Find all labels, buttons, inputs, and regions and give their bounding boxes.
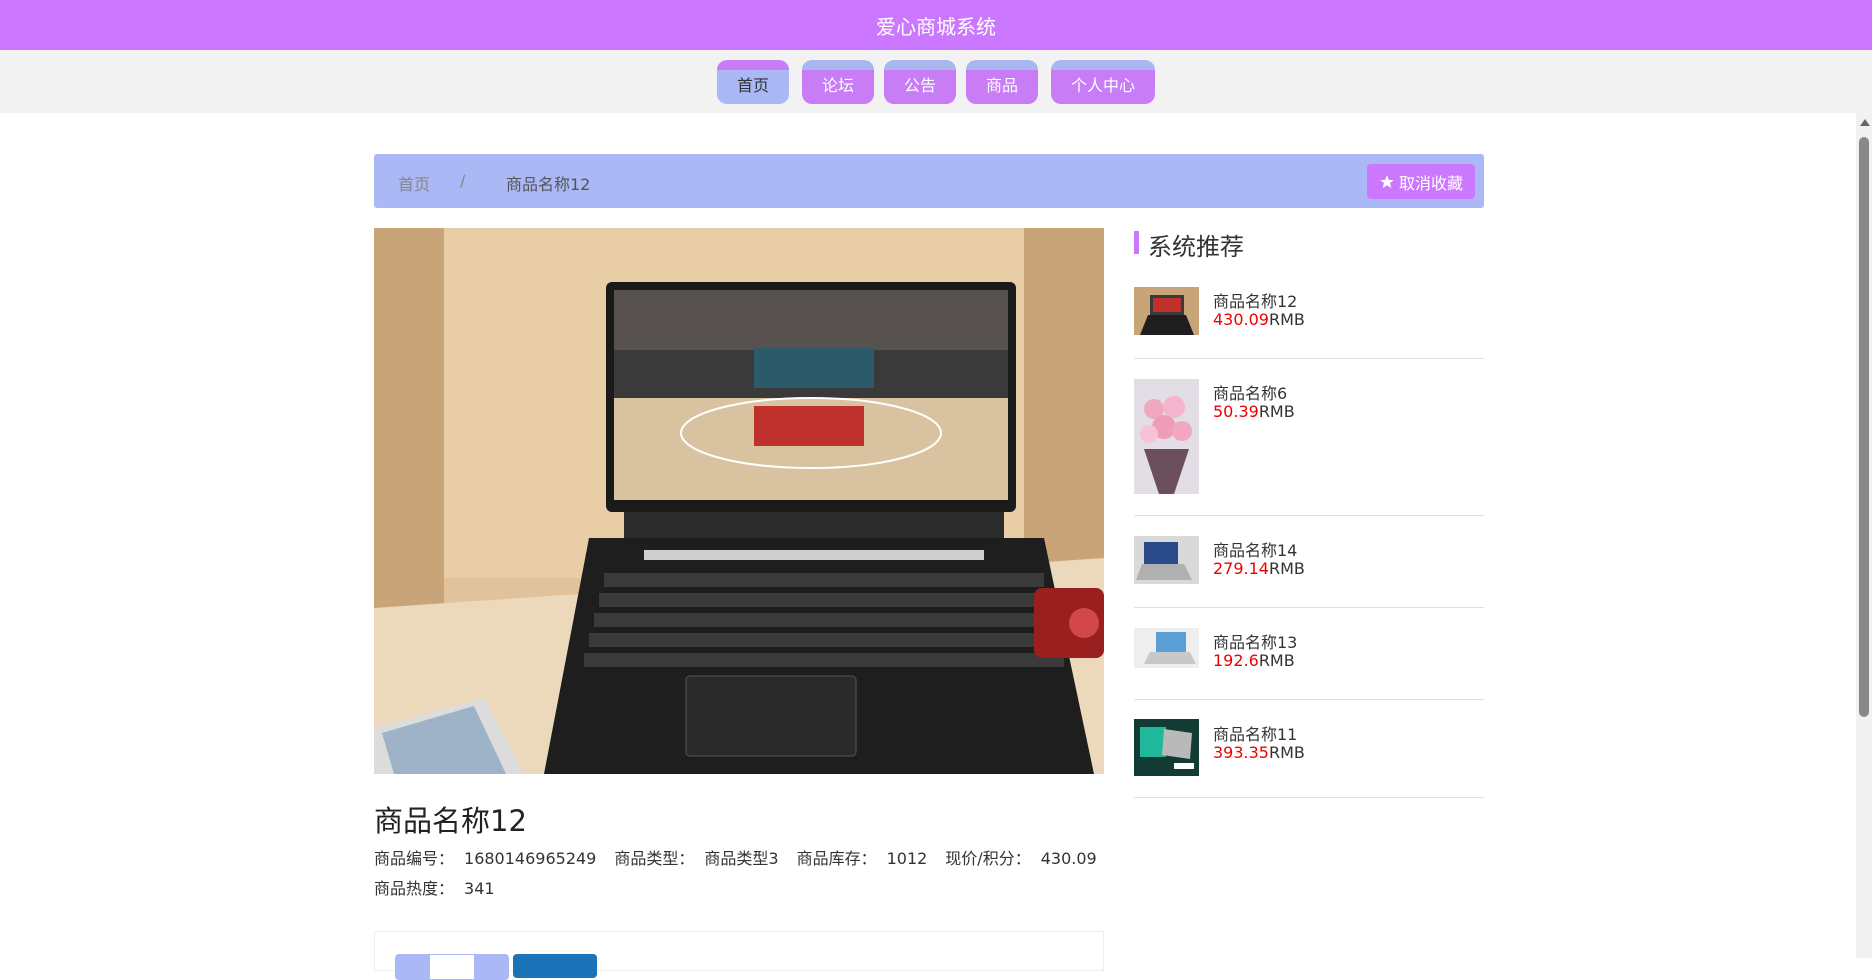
breadcrumb-separator: /	[460, 171, 466, 190]
nav-item-forum[interactable]: 论坛	[802, 60, 874, 104]
product-title: 商品名称12	[374, 804, 527, 838]
recommend-thumbnail[interactable]	[1134, 379, 1199, 494]
nav-item-label: 论坛	[821, 76, 854, 95]
recommend-item-price: 430.09RMB	[1213, 310, 1305, 329]
recommend-item[interactable]: 商品名称6 50.39RMB	[1134, 358, 1484, 516]
recommend-item-price: 279.14RMB	[1213, 559, 1305, 578]
nav-item-label: 商品	[985, 76, 1018, 95]
page-scrollbar[interactable]	[1856, 113, 1872, 958]
product-main-image	[374, 228, 1104, 774]
field-value-type: 商品类型3	[704, 849, 779, 868]
recommend-item-name[interactable]: 商品名称14	[1213, 537, 1297, 561]
unfavorite-label: 取消收藏	[1398, 173, 1463, 193]
recommend-item-name[interactable]: 商品名称13	[1213, 629, 1297, 653]
recommend-title-accent	[1134, 231, 1139, 254]
price-value: 279.14	[1213, 559, 1269, 578]
nav-item-label: 首页	[736, 76, 769, 95]
field-label-id: 商品编号：	[374, 849, 455, 868]
product-info-row: 商品编号： 1680146965249 商品类型： 商品类型3 商品库存： 1012 现价/…	[374, 845, 1115, 869]
recommend-item[interactable]: 商品名称13 192.6RMB	[1134, 607, 1484, 700]
recommend-thumbnail[interactable]	[1134, 287, 1199, 335]
recommend-item-name[interactable]: 商品名称11	[1213, 721, 1297, 745]
recommend-title: 系统推荐	[1148, 233, 1244, 261]
price-unit: RMB	[1258, 651, 1295, 670]
price-value: 393.35	[1213, 743, 1269, 762]
scroll-thumb[interactable]	[1859, 137, 1869, 717]
app-header: 爱心商城系统	[0, 0, 1872, 50]
breadcrumb-current: 商品名称12	[506, 175, 591, 194]
recommend-item-price: 393.35RMB	[1213, 743, 1305, 762]
nav-item-home[interactable]: 首页	[717, 60, 789, 104]
price-value: 50.39	[1213, 402, 1259, 421]
scroll-up-arrow-icon[interactable]	[1860, 119, 1870, 126]
unfavorite-button[interactable]: 取消收藏	[1366, 164, 1475, 199]
purchase-panel	[374, 931, 1104, 980]
field-value-price: 430.09	[1040, 849, 1097, 868]
field-value-stock: 1012	[886, 849, 928, 868]
recommend-item[interactable]: 商品名称11 393.35RMB	[1134, 699, 1484, 798]
price-unit: RMB	[1268, 743, 1305, 762]
quantity-increase-button[interactable]	[474, 955, 508, 979]
breadcrumb: 首页 / 商品名称12 取消收藏	[374, 154, 1484, 208]
nav-item-label: 个人中心	[1070, 76, 1135, 95]
recommend-item-name[interactable]: 商品名称12	[1213, 288, 1297, 312]
product-heat-row: 商品热度： 341	[374, 875, 513, 899]
field-value-heat: 341	[464, 879, 495, 898]
price-value: 192.6	[1213, 651, 1259, 670]
recommend-thumbnail[interactable]	[1134, 719, 1199, 776]
price-unit: RMB	[1268, 559, 1305, 578]
field-label-stock: 商品库存：	[796, 849, 877, 868]
field-label-heat: 商品热度：	[374, 879, 455, 898]
field-label-price: 现价/积分：	[945, 849, 1031, 868]
price-value: 430.09	[1213, 310, 1269, 329]
nav-item-products[interactable]: 商品	[966, 60, 1038, 104]
field-value-id: 1680146965249	[464, 849, 597, 868]
recommend-item-price: 50.39RMB	[1213, 402, 1295, 421]
recommend-item[interactable]: 商品名称12 430.09RMB	[1134, 286, 1484, 359]
recommend-item[interactable]: 商品名称14 279.14RMB	[1134, 515, 1484, 608]
price-unit: RMB	[1268, 310, 1305, 329]
quantity-decrease-button[interactable]	[396, 955, 430, 979]
app-title: 爱心商城系统	[876, 14, 996, 39]
recommend-item-name[interactable]: 商品名称6	[1213, 380, 1287, 404]
recommend-thumbnail[interactable]	[1134, 628, 1199, 668]
laptop-photo	[374, 228, 1104, 774]
main-nav: 首页 论坛 公告 商品 个人中心	[0, 50, 1872, 113]
nav-item-user-center[interactable]: 个人中心	[1051, 60, 1155, 104]
star-icon	[1380, 174, 1394, 188]
recommend-thumbnail[interactable]	[1134, 536, 1199, 584]
nav-item-announcement[interactable]: 公告	[884, 60, 956, 104]
recommend-item-price: 192.6RMB	[1213, 651, 1295, 670]
breadcrumb-home-link[interactable]: 首页	[398, 171, 430, 195]
field-label-type: 商品类型：	[614, 849, 695, 868]
nav-item-label: 公告	[903, 76, 936, 95]
price-unit: RMB	[1258, 402, 1295, 421]
